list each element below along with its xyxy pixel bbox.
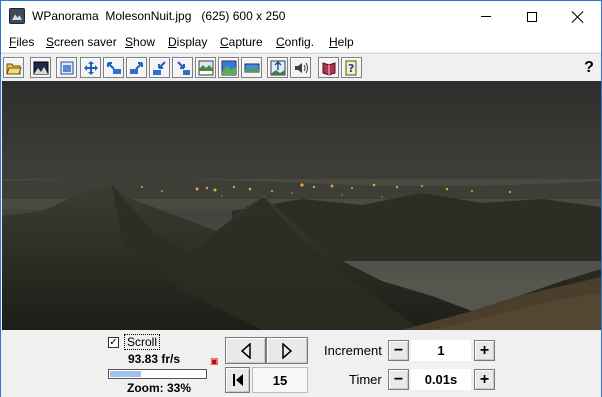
menu-label: iles: [16, 35, 35, 49]
scroll-label[interactable]: Scroll: [124, 334, 161, 350]
help-button[interactable]: ?: [580, 57, 598, 78]
menu-show[interactable]: Show: [125, 35, 155, 49]
shrink-right-button[interactable]: [172, 57, 193, 78]
night-mountain-panorama: [2, 81, 601, 330]
landscape-flat-icon: [244, 63, 259, 72]
fit-window-icon: [60, 61, 73, 74]
shrink-left-icon: [106, 61, 121, 74]
book-button[interactable]: [318, 57, 339, 78]
menu-capture[interactable]: Capture: [220, 35, 263, 49]
increment-plus-button[interactable]: +: [474, 340, 495, 361]
zoom-in-button[interactable]: [126, 57, 147, 78]
app-window: WPanorama MolesonNuit.jpg (625) 600 x 25…: [0, 0, 602, 397]
move-arrows-icon: [83, 60, 98, 75]
menu-label: apture: [228, 35, 263, 49]
picture-icon: [33, 61, 48, 74]
fps-readout: 93.83 fr/s: [128, 352, 181, 366]
control-panel: ✓ Scroll 93.83 fr/s ▣ Zoom: 33% 15 Incre…: [1, 330, 601, 397]
close-icon: [572, 11, 584, 23]
sound-icon: [294, 62, 308, 73]
menu-label: isplay: [176, 35, 208, 49]
minimize-icon: [481, 16, 491, 17]
landscape-blue-button[interactable]: [218, 57, 239, 78]
picture-button[interactable]: [30, 57, 51, 78]
menu-screen-saver[interactable]: Screen saver: [46, 35, 117, 49]
frame-counter[interactable]: 15: [252, 367, 308, 393]
scroll-checkbox[interactable]: ✓: [108, 337, 119, 348]
open-folder-icon: [5, 63, 22, 74]
triangle-right-icon: [282, 342, 293, 359]
skip-start-icon: [232, 374, 243, 386]
timer-plus-button[interactable]: +: [474, 369, 495, 390]
minimize-button[interactable]: [463, 1, 509, 32]
help-file-icon: ?: [345, 60, 356, 75]
landscape-flat-button[interactable]: [241, 57, 262, 78]
maximize-button[interactable]: [509, 1, 555, 32]
landscape-blue-icon: [221, 60, 236, 75]
increment-field[interactable]: 1: [411, 340, 471, 361]
menu-config[interactable]: Config.: [276, 35, 314, 49]
timer-minus-button[interactable]: −: [388, 369, 409, 390]
sound-button[interactable]: [290, 57, 311, 78]
help-file-button[interactable]: ?: [341, 57, 362, 78]
zoom-progress-fill: [110, 371, 142, 377]
first-button[interactable]: [225, 367, 250, 393]
menu-mnemonic: H: [329, 35, 338, 49]
menu-label: elp: [337, 35, 354, 49]
toolbar: ? ?: [1, 53, 601, 80]
menu-mnemonic: D: [168, 35, 177, 49]
zoom-readout: Zoom: 33%: [127, 381, 192, 395]
book-icon: [322, 61, 335, 76]
menu-mnemonic: S: [46, 35, 55, 49]
menu-mnemonic: C: [276, 35, 285, 49]
fit-window-button[interactable]: [56, 57, 77, 78]
timer-field[interactable]: 0.01s: [411, 369, 471, 390]
close-button[interactable]: [555, 1, 601, 32]
shrink-left-button[interactable]: [103, 57, 124, 78]
menu-mnemonic: S: [125, 35, 134, 49]
menu-label: creen saver: [54, 35, 117, 49]
app-icon[interactable]: [9, 8, 25, 24]
menu-files[interactable]: Files: [9, 35, 34, 49]
increment-label: Increment: [324, 343, 382, 358]
menu-mnemonic: C: [220, 35, 229, 49]
triangle-left-icon: [240, 342, 251, 359]
menu-bar: Files Screen saver Show Display Capture …: [1, 32, 601, 52]
timer-label: Timer: [349, 372, 382, 387]
zoom-progress-bar: [108, 369, 207, 379]
previous-button[interactable]: [225, 337, 266, 364]
zoom-out-button[interactable]: [149, 57, 170, 78]
landscape-info-button[interactable]: [195, 57, 216, 78]
open-file-button[interactable]: [3, 57, 24, 78]
svg-text:?: ?: [348, 62, 354, 75]
maximize-icon: [527, 11, 537, 22]
landscape-info-icon: [198, 60, 213, 75]
title-bar[interactable]: WPanorama MolesonNuit.jpg (625) 600 x 25…: [1, 1, 601, 32]
menu-label: how: [133, 35, 156, 49]
zoom-out-icon: [152, 60, 166, 75]
panorama-center-icon: [270, 60, 285, 75]
panorama-image[interactable]: [2, 81, 601, 330]
menu-label: onfig.: [284, 35, 315, 49]
move-button[interactable]: [80, 57, 101, 78]
menu-help[interactable]: Help: [329, 35, 354, 49]
shrink-right-icon: [176, 60, 190, 75]
menu-display[interactable]: Display: [168, 35, 207, 49]
record-icon[interactable]: ▣: [210, 357, 219, 366]
next-button[interactable]: [266, 337, 308, 364]
window-title: WPanorama MolesonNuit.jpg (625) 600 x 25…: [32, 9, 286, 23]
panorama-center-button[interactable]: [267, 57, 288, 78]
zoom-in-icon: [129, 61, 143, 74]
increment-minus-button[interactable]: −: [388, 340, 409, 361]
